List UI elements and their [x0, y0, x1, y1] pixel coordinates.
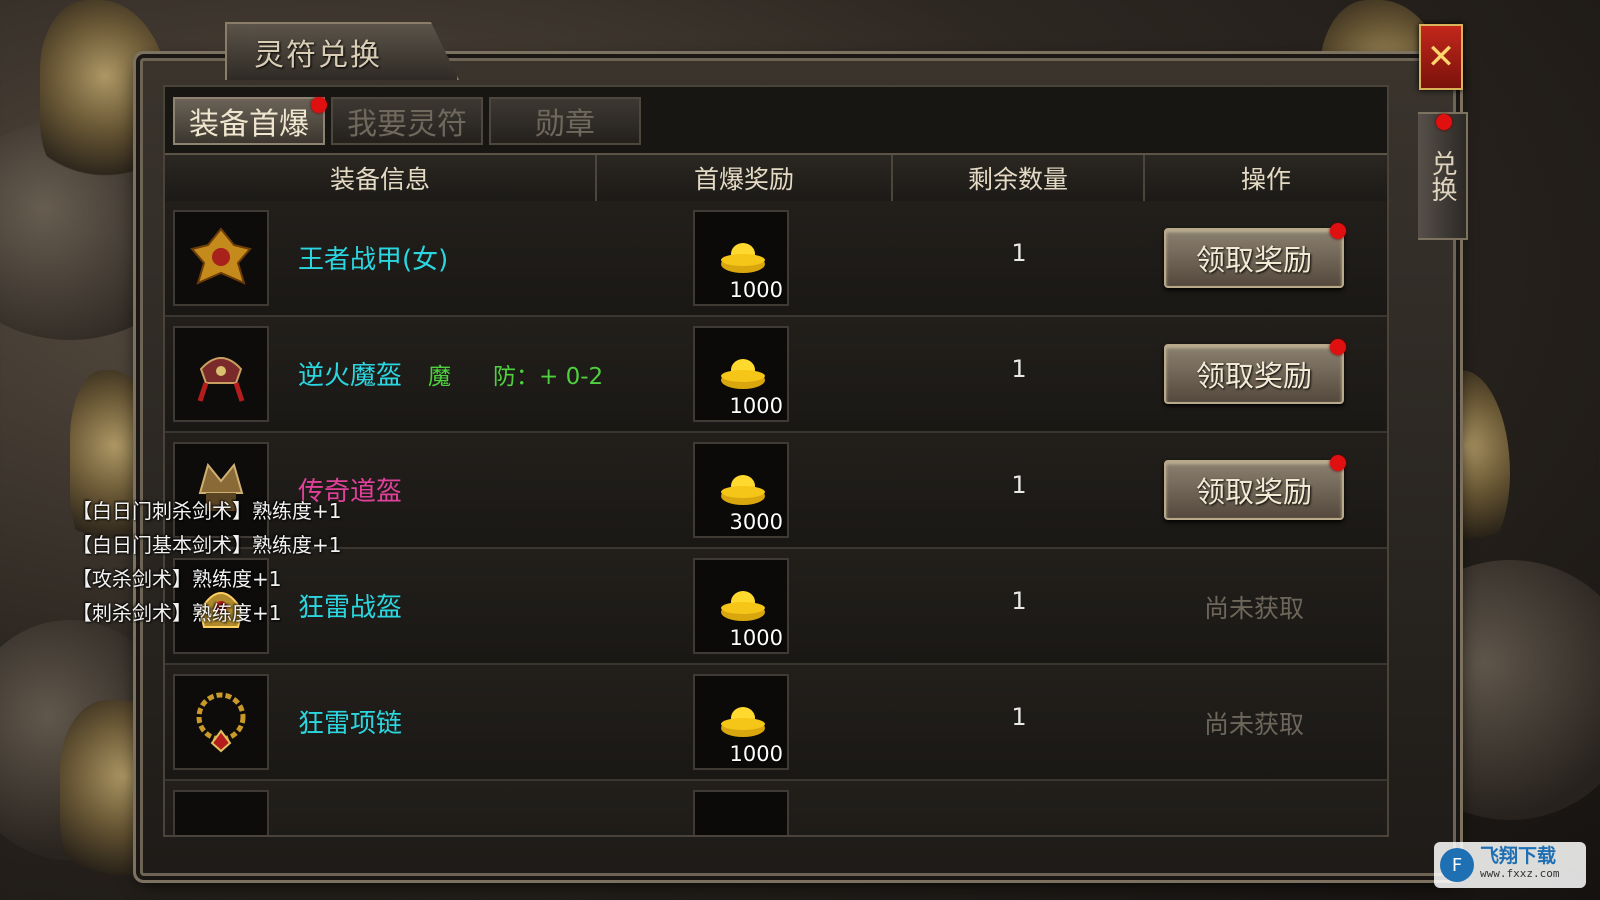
watermark-text: 飞翔下载: [1480, 845, 1557, 867]
armor-icon: [190, 227, 252, 285]
gold-ingot-icon: [721, 359, 765, 389]
tab-first-drop[interactable]: 装备首爆: [173, 97, 327, 145]
claim-reward-button[interactable]: 领取奖励: [1164, 460, 1344, 520]
column-header-action: 操作: [1240, 165, 1291, 194]
table-row-partial: [165, 781, 1387, 835]
reward-slot[interactable]: 1000: [693, 326, 789, 422]
gold-ingot-icon: [721, 243, 765, 273]
item-name: 逆火魔盔: [298, 361, 403, 391]
log-line: 【刺杀剑术】熟练度+1: [72, 601, 282, 625]
reward-slot[interactable]: [693, 790, 789, 835]
gold-ingot-icon: [721, 591, 765, 621]
reward-amount: 1000: [729, 626, 783, 650]
necklace-icon: [196, 692, 246, 753]
reward-slot[interactable]: 1000: [693, 210, 789, 306]
window-title: 灵符兑换: [254, 38, 382, 73]
gold-ingot-icon: [721, 707, 765, 737]
reward-slot[interactable]: 3000: [693, 442, 789, 538]
column-header-first-drop-reward: 首爆奖励: [597, 155, 893, 201]
column-header-equipment-info: 装备信息: [165, 155, 597, 201]
log-line: 【白日门基本剑术】熟练度+1: [72, 533, 342, 557]
item-attribute-stat: 防：+ 0-2: [493, 364, 604, 390]
side-tab-label: 兑换: [1427, 150, 1457, 202]
table-row: 逆火魔盔 魔 防：+ 0-2 1000 1 领取奖励: [165, 317, 1387, 433]
item-attribute-type: 魔: [428, 364, 451, 390]
table-header: 装备信息 首爆奖励 剩余数量 操作: [165, 153, 1387, 203]
log-line: 【白日门刺杀剑术】熟练度+1: [72, 499, 342, 523]
item-icon-slot[interactable]: [173, 674, 269, 770]
not-obtained-status: 尚未获取: [1203, 594, 1304, 623]
helmet-icon: [197, 357, 245, 402]
skill-proficiency-log: 【白日门刺杀剑术】熟练度+1 【白日门基本剑术】熟练度+1 【攻杀剑术】熟练度+…: [72, 494, 341, 630]
close-button[interactable]: ✕: [1419, 24, 1463, 90]
close-icon: ✕: [1426, 37, 1456, 77]
notification-dot: [1330, 455, 1346, 471]
notification-dot: [1330, 339, 1346, 355]
item-name: 王者战甲(女): [298, 245, 449, 275]
exchange-side-tab[interactable]: 兑换: [1418, 112, 1468, 240]
reward-amount: 1000: [729, 278, 783, 302]
reward-slot[interactable]: 1000: [693, 558, 789, 654]
item-icon-slot[interactable]: [173, 210, 269, 306]
watermark-url: www.fxxz.com: [1480, 867, 1560, 880]
remaining-quantity: 1: [1011, 239, 1027, 267]
table-body: 王者战甲(女) 1000 1 领取奖励 逆火魔盔 魔 防：+ 0-2 1000 …: [165, 201, 1387, 835]
table-row: 狂雷战盔 1000 1 尚未获取: [165, 549, 1387, 665]
tab-want-talisman[interactable]: 我要灵符: [331, 97, 483, 145]
remaining-quantity: 1: [1011, 355, 1027, 383]
table-row: 传奇道盔 3000 1 领取奖励: [165, 433, 1387, 549]
tab-label: 我要灵符: [347, 107, 467, 142]
notification-dot: [1330, 223, 1346, 239]
notification-dot: [311, 97, 327, 113]
column-header-remaining: 剩余数量: [893, 155, 1145, 201]
claim-reward-button[interactable]: 领取奖励: [1164, 344, 1344, 404]
main-panel: 装备首爆 我要灵符 勋章 装备信息 首爆奖励 剩余数量 操作 王者战甲(女) 1…: [163, 85, 1389, 837]
site-watermark: F 飞翔下载 www.fxxz.com: [1434, 842, 1586, 888]
not-obtained-status: 尚未获取: [1203, 710, 1304, 739]
tab-medal[interactable]: 勋章: [489, 97, 641, 145]
item-icon-slot[interactable]: [173, 790, 269, 835]
log-line: 【攻杀剑术】熟练度+1: [72, 567, 282, 591]
remaining-quantity: 1: [1011, 471, 1027, 499]
tab-label: 勋章: [535, 107, 595, 142]
claim-reward-button[interactable]: 领取奖励: [1164, 228, 1344, 288]
notification-dot: [1436, 114, 1452, 130]
table-row: 王者战甲(女) 1000 1 领取奖励: [165, 201, 1387, 317]
remaining-quantity: 1: [1011, 587, 1027, 615]
gold-ingot-icon: [721, 475, 765, 505]
reward-amount: 3000: [729, 510, 783, 534]
reward-slot[interactable]: 1000: [693, 674, 789, 770]
remaining-quantity: 1: [1011, 703, 1027, 731]
watermark-logo-icon: F: [1440, 848, 1474, 882]
tab-label: 装备首爆: [189, 107, 309, 142]
reward-amount: 1000: [729, 742, 783, 766]
reward-amount: 1000: [729, 394, 783, 418]
tab-bar: 装备首爆 我要灵符 勋章: [173, 97, 641, 145]
item-name: 狂雷项链: [298, 709, 403, 739]
table-row: 狂雷项链 1000 1 尚未获取: [165, 665, 1387, 781]
item-icon-slot[interactable]: [173, 326, 269, 422]
